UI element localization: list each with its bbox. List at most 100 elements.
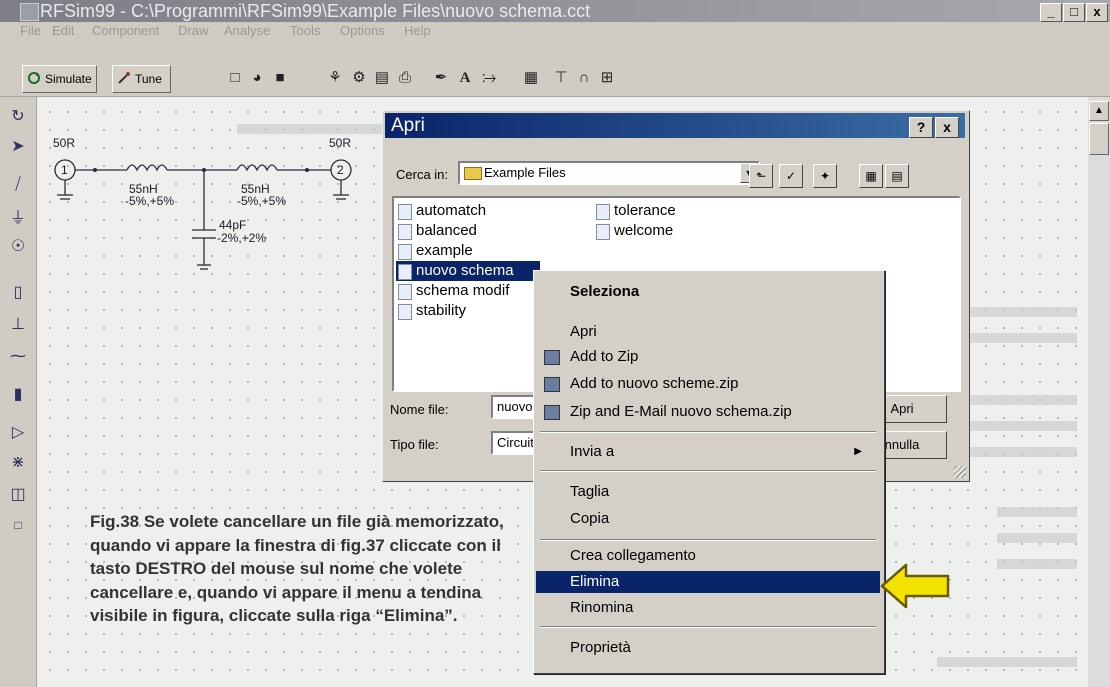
details-view-button[interactable]: ▤	[885, 164, 909, 188]
port2-label: 50R	[329, 136, 351, 150]
folder-icon	[464, 167, 482, 180]
close-button[interactable]: x	[1086, 3, 1108, 22]
menu-item-proprieta[interactable]: Proprietà	[536, 637, 880, 659]
component-palette: ↻ ➤ ⧸ ⏚ ☉ ▯ ⊥ ⁓ ▮ ▷ ⋇ ◫ □	[0, 97, 37, 687]
component-tool-2-icon[interactable]: ⚙	[350, 69, 368, 87]
menu-help[interactable]: Help	[404, 23, 431, 38]
device-icon[interactable]: ◫	[8, 485, 28, 505]
menu-draw[interactable]: Draw	[178, 23, 208, 38]
zip-icon	[544, 350, 560, 365]
app-icon	[20, 3, 39, 21]
list-item[interactable]: example	[396, 241, 473, 261]
pointer-icon[interactable]: ➤	[8, 137, 28, 157]
file-icon	[398, 224, 412, 240]
list-item[interactable]: balanced	[396, 221, 477, 241]
port2-number: 2	[337, 163, 344, 177]
menu-item-seleziona[interactable]: Seleziona	[536, 281, 880, 303]
print-icon[interactable]: ⎙	[396, 69, 414, 87]
new-file-icon[interactable]: □	[226, 69, 244, 87]
menu-options[interactable]: Options	[340, 23, 385, 38]
pen-icon[interactable]: ✒	[432, 69, 450, 87]
text-tool-icon[interactable]: A	[456, 69, 474, 87]
menu-item-rinomina[interactable]: Rinomina	[536, 597, 880, 619]
amplifier-icon[interactable]: ▷	[8, 423, 28, 443]
file-icon	[596, 224, 610, 240]
vertical-scrollbar[interactable]: ▲	[1088, 97, 1110, 687]
transformer-icon[interactable]: ⋇	[8, 453, 28, 473]
grid-icon[interactable]: ⊞	[598, 69, 616, 87]
list-item[interactable]: tolerance	[594, 201, 676, 221]
menu-analyse[interactable]: Analyse	[224, 23, 270, 38]
dialog-help-button[interactable]: ?	[909, 117, 933, 138]
menu-item-zip-email[interactable]: Zip and E-Mail nuovo schema.zip	[536, 401, 880, 423]
inductor1-tolerance: -5%,+5%	[125, 194, 174, 208]
two-port-icon[interactable]: □	[8, 515, 28, 535]
look-in-value: Example Files	[484, 165, 566, 180]
calculator-icon[interactable]: ▦	[522, 69, 540, 87]
transmission-line-icon[interactable]: ∩	[575, 69, 593, 87]
resize-grip[interactable]	[954, 466, 966, 478]
list-item[interactable]: welcome	[594, 221, 673, 241]
filetype-label: Tipo file:	[390, 437, 439, 452]
menu-component[interactable]: Component	[92, 23, 159, 38]
menu-item-crea-collegamento[interactable]: Crea collegamento	[536, 545, 880, 567]
menu-item-add-to-zip[interactable]: Add to Zip	[536, 346, 880, 368]
simulate-label: Simulate	[45, 72, 92, 86]
look-in-combo[interactable]: Example Files ▼	[458, 161, 760, 185]
tune-label: Tune	[135, 72, 162, 86]
list-item[interactable]: schema modif	[396, 281, 509, 301]
context-menu: Seleziona Apri Add to Zip Add to nuovo s…	[533, 270, 885, 674]
up-folder-button[interactable]: ⬑	[749, 164, 773, 188]
list-item[interactable]: automatch	[396, 201, 486, 221]
wire-tool-icon[interactable]: ⧸	[8, 175, 28, 195]
port1-label: 50R	[53, 136, 75, 150]
inductor-icon[interactable]: ⁓	[8, 347, 28, 367]
look-in-label: Cerca in:	[396, 167, 449, 182]
menu-edit[interactable]: Edit	[52, 23, 74, 38]
simulate-button[interactable]: Simulate	[22, 65, 97, 93]
dialog-title: Apri	[391, 115, 425, 136]
figure-caption: Fig.38 Se volete cancellare un file già …	[90, 512, 504, 625]
menu-item-apri[interactable]: Apri	[536, 321, 880, 343]
menu-item-elimina[interactable]: Elimina	[536, 571, 880, 593]
component-tool-1-icon[interactable]: ⚘	[326, 69, 344, 87]
desktop-button[interactable]: ✓	[779, 164, 803, 188]
menu-item-invia-a[interactable]: Invia a ▶	[536, 441, 880, 463]
file-icon	[398, 204, 412, 220]
capacitor-icon[interactable]: ⊥	[8, 315, 28, 335]
open-folder-icon[interactable]: ◕	[248, 69, 266, 87]
menu-file[interactable]: File	[20, 23, 41, 38]
resistor-icon[interactable]: ▯	[8, 283, 28, 303]
filename-label: Nome file:	[390, 402, 449, 417]
list-item[interactable]: stability	[396, 301, 466, 321]
rotate-icon[interactable]: ↻	[8, 107, 28, 127]
minimize-button[interactable]: _	[1040, 3, 1062, 22]
menu-item-add-to-named-zip[interactable]: Add to nuovo scheme.zip	[536, 373, 880, 395]
tune-button[interactable]: Tune	[112, 65, 171, 93]
dialog-close-button[interactable]: x	[935, 117, 959, 138]
new-folder-button[interactable]: ✦	[813, 164, 837, 188]
menu-item-copia[interactable]: Copia	[536, 508, 880, 530]
file-icon	[596, 204, 610, 220]
menu-tools[interactable]: Tools	[290, 23, 320, 38]
ground-icon[interactable]: ⏚	[8, 209, 28, 229]
capacitor-value: 44pF	[219, 218, 246, 232]
menu-bar: File Edit Component Draw Analyse Tools O…	[0, 22, 1110, 39]
menu-item-taglia[interactable]: Taglia	[536, 481, 880, 503]
component-tool-3-icon[interactable]: ▤	[373, 69, 391, 87]
port-icon[interactable]: ☉	[8, 237, 28, 257]
file-icon	[398, 304, 412, 320]
wire-icon[interactable]: ⊤	[552, 69, 570, 87]
list-item-selected[interactable]: nuovo schema	[396, 261, 540, 281]
zip-icon	[544, 405, 560, 420]
crystal-icon[interactable]: ▮	[8, 385, 28, 405]
scroll-up-icon[interactable]: ▲	[1089, 101, 1109, 121]
maximize-button[interactable]: □	[1063, 3, 1085, 22]
save-icon[interactable]: ■	[271, 69, 289, 87]
line-tool-icon[interactable]: ⧴	[480, 69, 498, 87]
scroll-thumb[interactable]	[1089, 123, 1109, 155]
dialog-title-bar: Apri ? x	[385, 113, 965, 138]
tune-icon	[118, 72, 130, 84]
list-view-button[interactable]: ▦	[859, 164, 883, 188]
toolbar: Simulate Tune □ ◕ ■ ⚘ ⚙ ▤ ⎙ ✒ A ⧴ ▦ ⊤ ∩ …	[0, 39, 1110, 97]
